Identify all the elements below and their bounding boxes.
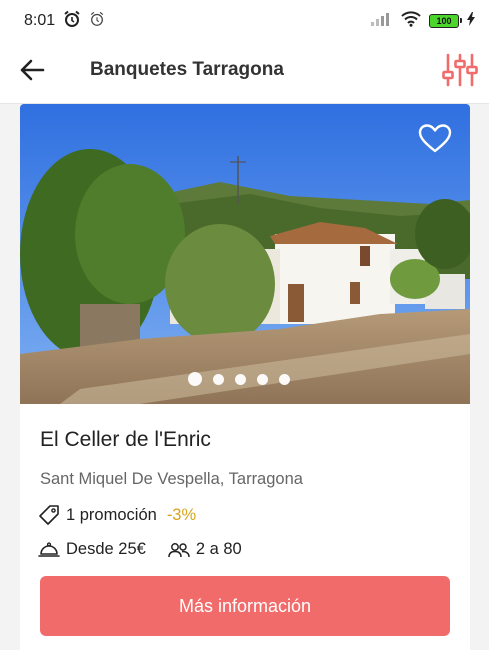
guests-icon: [168, 542, 190, 557]
carousel-dot[interactable]: [279, 373, 290, 385]
filter-button[interactable]: [441, 50, 479, 90]
arrow-left-icon: [20, 59, 45, 81]
back-button[interactable]: [18, 56, 46, 84]
signal-icon: [371, 12, 393, 31]
battery-icon: 100: [429, 14, 462, 28]
carousel-dot[interactable]: [213, 373, 224, 385]
promotion-discount: -3%: [166, 505, 197, 524]
sliders-icon: [442, 53, 478, 87]
price-text: Desde 25€: [66, 540, 146, 558]
venue-photo-image: [20, 104, 470, 404]
carousel-dot[interactable]: [235, 373, 246, 385]
wifi-icon: [401, 10, 421, 32]
charging-icon: [467, 11, 475, 31]
alarm-icon: [63, 10, 81, 33]
heart-outline-icon: [418, 124, 452, 153]
tag-icon: [39, 505, 59, 525]
food-cloche-icon: [38, 541, 60, 557]
page-title: Banquetes Tarragona: [90, 59, 284, 80]
favorite-button[interactable]: [418, 122, 452, 156]
carousel-indicator: [188, 372, 290, 386]
battery-level: 100: [436, 16, 452, 26]
alarm-outline-icon: [89, 11, 105, 32]
app-header: Banquetes Tarragona: [0, 42, 489, 104]
info-row: Desde 25€ 2 a 80: [38, 540, 242, 559]
carousel-dot-active[interactable]: [188, 372, 202, 386]
more-info-label: Más información: [178, 595, 312, 616]
status-time: 8:01: [24, 12, 56, 29]
carousel-dot[interactable]: [257, 373, 268, 385]
more-info-button[interactable]: Más información: [40, 576, 450, 636]
promotion-row: 1 promoción -3%: [38, 504, 196, 526]
venue-location: Sant Miquel De Vespella, Tarragona: [40, 470, 303, 488]
status-bar: 8:01 100: [0, 0, 489, 42]
promotion-text: 1 promoción: [66, 505, 157, 524]
venue-name[interactable]: El Celler de l'Enric: [40, 428, 211, 452]
guests-text: 2 a 80: [195, 540, 242, 558]
venue-card[interactable]: El Celler de l'Enric Sant Miquel De Vesp…: [20, 104, 470, 650]
venue-photo[interactable]: [20, 104, 470, 404]
